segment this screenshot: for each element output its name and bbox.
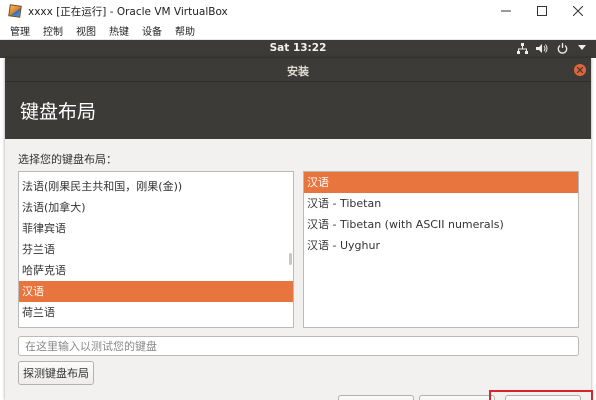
annotation-highlight-box (489, 390, 593, 400)
list-item[interactable]: 哈萨克语 (19, 260, 293, 281)
list-item-selected[interactable]: 汉语 (19, 281, 293, 302)
list-item-selected[interactable]: 汉语 (304, 172, 578, 193)
installer-header: 安装 键盘布局 (5, 58, 591, 139)
list-item[interactable]: 菲律宾语 (19, 218, 293, 239)
installer-window-title: 安装 (287, 65, 309, 78)
close-icon (573, 6, 583, 16)
maximize-button[interactable] (524, 0, 560, 22)
keyboard-test-input[interactable] (18, 336, 579, 356)
list-item[interactable]: 汉语 - Tibetan (with ASCII numerals) (304, 214, 578, 235)
power-icon[interactable] (556, 42, 568, 54)
close-icon (577, 67, 583, 73)
dropdown-arrow-icon[interactable] (576, 42, 588, 54)
panel-indicators[interactable] (516, 42, 588, 54)
panel-clock[interactable]: Sat 13:22 (0, 42, 596, 54)
volume-icon[interactable] (536, 42, 548, 54)
close-button[interactable] (560, 0, 596, 22)
network-icon[interactable] (516, 42, 528, 54)
page-title: 键盘布局 (20, 101, 97, 123)
nav-button-partial[interactable] (338, 395, 414, 400)
menu-help[interactable]: 帮助 (175, 23, 195, 38)
window-title: xxxx [正在运行] - Oracle VM VirtualBox (28, 5, 228, 18)
menu-manage[interactable]: 管理 (10, 23, 30, 38)
maximize-icon (537, 6, 547, 16)
list-item[interactable]: 法语(刚果民主共和国，刚果(金)) (19, 176, 293, 197)
virtualbox-logo-icon (8, 4, 22, 18)
minimize-button[interactable] (488, 0, 524, 22)
scrollbar-thumb[interactable] (289, 253, 292, 265)
menu-devices[interactable]: 设备 (142, 23, 162, 38)
layout-list[interactable]: … 法语(刚果民主共和国，刚果(金)) 法语(加拿大) 菲律宾语 芬兰语 哈萨克… (18, 171, 294, 328)
list-item[interactable]: 法语(加拿大) (19, 197, 293, 218)
list-item[interactable]: 汉语 - Tibetan (304, 193, 578, 214)
installer-body: 选择您的键盘布局： … 法语(刚果民主共和国，刚果(金)) 法语(加拿大) 菲律… (5, 139, 591, 400)
minimize-icon (501, 10, 511, 12)
vbox-titlebar: xxxx [正在运行] - Oracle VM VirtualBox (0, 0, 596, 22)
installer-headerbar: 安装 (5, 58, 591, 82)
guest-top-panel: Sat 13:22 (0, 40, 596, 58)
detect-keyboard-layout-button[interactable]: 探测键盘布局 (18, 361, 94, 385)
list-item[interactable]: 芬兰语 (19, 239, 293, 260)
menu-view[interactable]: 视图 (76, 23, 96, 38)
installer-window: 安装 键盘布局 选择您的键盘布局： … 法语(刚果民主共和国，刚果(金)) 法语… (5, 58, 591, 400)
menu-hotkey[interactable]: 热键 (109, 23, 129, 38)
nav-button-partial[interactable] (419, 395, 495, 400)
layout-prompt: 选择您的键盘布局： (18, 153, 117, 166)
list-item[interactable]: 汉语 - Uyghur (304, 235, 578, 256)
vbox-menubar: 管理 控制 视图 热键 设备 帮助 (0, 22, 596, 40)
installer-close-button[interactable] (574, 64, 586, 76)
menu-control[interactable]: 控制 (43, 23, 63, 38)
variant-list[interactable]: 汉语 汉语 - Tibetan 汉语 - Tibetan (with ASCII… (303, 171, 579, 328)
window-controls (488, 0, 596, 22)
list-item[interactable]: 荷兰语 (19, 302, 293, 323)
